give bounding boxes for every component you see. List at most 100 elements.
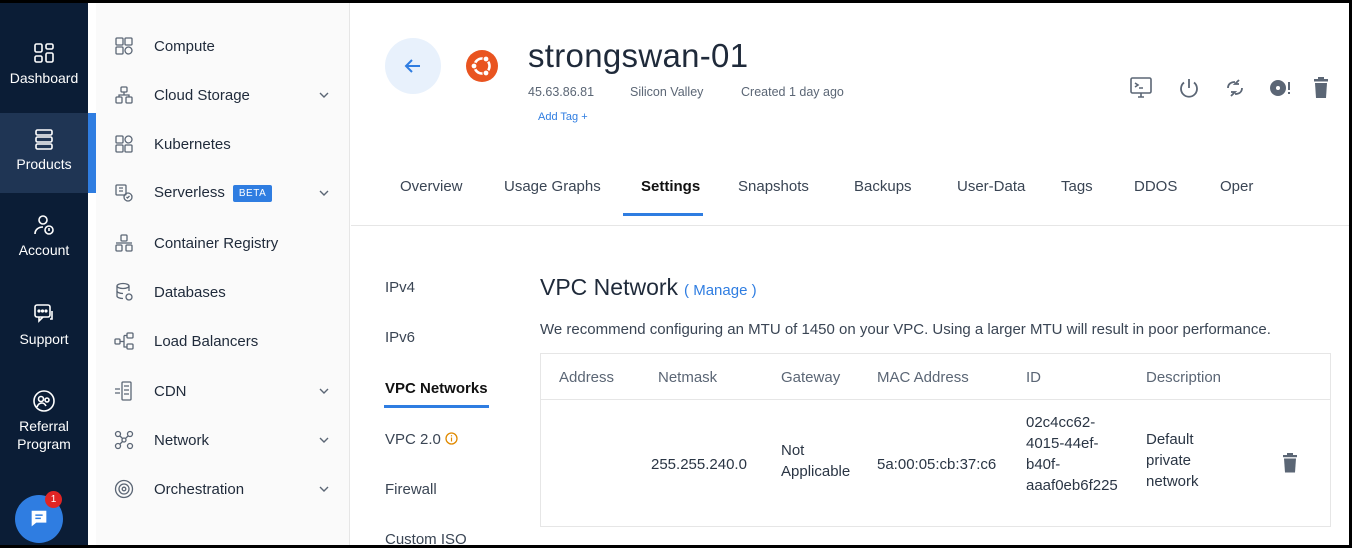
rail-label-support: Support	[19, 331, 69, 347]
tab-user-data[interactable]: User-Data	[957, 178, 1025, 195]
account-icon	[34, 215, 54, 235]
arrow-left-icon	[404, 59, 420, 73]
rail-item-referral[interactable]: Referral Program	[0, 375, 88, 475]
kubernetes-icon	[115, 135, 133, 153]
column-header-gateway: Gateway	[781, 369, 841, 386]
tab-ddos[interactable]: DDOS	[1134, 178, 1177, 195]
chat-icon	[31, 510, 47, 527]
app-window: Dashboard Products Account Support Refer…	[0, 0, 1352, 548]
subnav-vpc-2-label: VPC 2.0	[385, 431, 441, 448]
column-header-address: Address	[559, 369, 615, 386]
id-line: 02c4cc62-	[1026, 414, 1096, 431]
tab-tags[interactable]: Tags	[1061, 178, 1093, 195]
mtu-recommendation: We recommend configuring an MTU of 1450 …	[540, 321, 1271, 338]
nav-item-compute[interactable]: Compute	[96, 26, 350, 66]
rail-item-support[interactable]: Support	[0, 288, 88, 368]
nav-label: Cloud Storage	[154, 86, 250, 104]
cdn-icon	[115, 381, 132, 401]
tab-usage-graphs[interactable]: Usage Graphs	[504, 178, 601, 195]
nav-item-databases[interactable]: Databases	[96, 272, 350, 312]
chevron-down-icon	[319, 388, 329, 394]
trash-icon[interactable]	[1282, 453, 1298, 473]
nav-label: Databases	[154, 283, 226, 301]
restart-icon[interactable]	[1222, 75, 1248, 101]
nav-label: Load Balancers	[154, 332, 259, 350]
back-button[interactable]	[385, 38, 441, 94]
databases-icon	[116, 282, 133, 301]
cell-gateway: Not Applicable	[781, 440, 850, 482]
column-header-description: Description	[1146, 369, 1222, 386]
nav-item-container-registry[interactable]: Container Registry	[96, 223, 350, 263]
chat-button[interactable]: 1	[15, 491, 63, 543]
nav-item-cloud-storage[interactable]: Cloud Storage	[96, 75, 350, 115]
tabs-divider	[351, 225, 1349, 226]
subnav-vpc-networks[interactable]: VPC Networks	[385, 380, 488, 397]
chevron-down-icon	[319, 92, 329, 98]
nav-label: Container Registry	[154, 234, 279, 252]
tab-snapshots[interactable]: Snapshots	[738, 178, 809, 195]
compute-icon	[115, 37, 133, 55]
console-icon[interactable]	[1128, 75, 1154, 101]
rail-label-products: Products	[16, 156, 72, 172]
chevron-down-icon	[319, 486, 329, 492]
table-header-divider	[541, 399, 1330, 400]
subnav-ipv4[interactable]: IPv4	[385, 279, 415, 296]
column-header-mac-address: MAC Address	[877, 369, 969, 386]
tab-backups[interactable]: Backups	[854, 178, 912, 195]
add-tag-link[interactable]: Add Tag +	[538, 111, 588, 123]
support-icon	[34, 304, 53, 323]
load-balancers-icon	[114, 332, 134, 350]
description-line: Default	[1146, 431, 1194, 448]
nav-item-kubernetes[interactable]: Kubernetes	[96, 124, 350, 164]
nav-label: Orchestration	[154, 480, 245, 498]
rail-item-account[interactable]: Account	[0, 199, 88, 279]
notification-badge: 1	[45, 491, 62, 508]
info-icon	[445, 432, 458, 445]
products-nav: Compute Cloud Storage Kubernetes Serverl…	[96, 3, 350, 545]
nav-item-orchestration[interactable]: Orchestration	[96, 469, 350, 509]
ubuntu-icon	[466, 50, 498, 82]
subnav-ipv6[interactable]: IPv6	[385, 329, 415, 346]
rail-item-dashboard[interactable]: Dashboard	[0, 27, 88, 107]
server-created: Created 1 day ago	[741, 85, 844, 99]
trash-icon[interactable]	[1308, 75, 1334, 101]
id-line: b40f-	[1026, 456, 1061, 473]
vpc-network-heading: VPC Network ( Manage )	[540, 274, 757, 301]
rail-item-products[interactable]: Products	[0, 113, 88, 193]
nav-label: CDN	[154, 382, 187, 400]
power-icon[interactable]	[1176, 75, 1202, 101]
beta-badge: BETA	[232, 184, 273, 202]
nav-item-cdn[interactable]: CDN	[96, 371, 350, 411]
network-icon	[114, 430, 134, 450]
tab-overview[interactable]: Overview	[400, 178, 463, 195]
column-header-id: ID	[1026, 369, 1041, 386]
id-line: aaaf0eb6f225	[1026, 477, 1118, 494]
nav-label: Compute	[154, 37, 215, 55]
manage-link[interactable]: ( Manage )	[684, 282, 757, 299]
cell-netmask: 255.255.240.0	[651, 456, 747, 473]
subnav-custom-iso[interactable]: Custom ISO	[385, 531, 467, 545]
tab-open[interactable]: Oper	[1220, 178, 1253, 195]
description-line: private	[1146, 452, 1192, 469]
column-header-netmask: Netmask	[658, 369, 718, 386]
nav-label: Network	[154, 431, 210, 449]
nav-item-network[interactable]: Network	[96, 420, 350, 460]
rail-label-dashboard: Dashboard	[9, 70, 79, 86]
description-line: network	[1146, 473, 1199, 490]
server-ip: 45.63.86.81	[528, 85, 595, 99]
cell-description: Default private network	[1146, 429, 1199, 492]
referral-icon	[33, 390, 55, 412]
reinstall-icon[interactable]	[1267, 75, 1293, 101]
cell-id: 02c4cc62- 4015-44ef- b40f- aaaf0eb6f225	[1026, 412, 1118, 496]
nav-item-load-balancers[interactable]: Load Balancers	[96, 321, 350, 361]
nav-label: Serverless BETA	[154, 184, 273, 202]
id-line: 4015-44ef-	[1026, 435, 1099, 452]
rail-label-account: Account	[18, 242, 70, 258]
subnav-firewall[interactable]: Firewall	[385, 481, 437, 498]
nav-item-serverless[interactable]: Serverless BETA	[96, 173, 350, 213]
server-location: Silicon Valley	[630, 85, 704, 99]
tab-settings[interactable]: Settings	[641, 178, 700, 195]
orchestration-icon	[114, 479, 134, 499]
subnav-vpc-2[interactable]: VPC 2.0	[385, 431, 458, 448]
rail-active-indicator	[88, 113, 96, 193]
